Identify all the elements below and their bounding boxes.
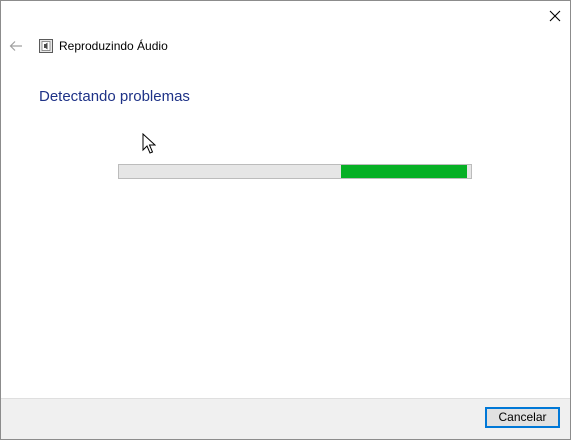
troubleshooter-window: Reproduzindo Áudio Detectando problemas … (0, 0, 571, 440)
page-title: Detectando problemas (39, 88, 190, 105)
header-row: Reproduzindo Áudio (1, 34, 570, 58)
audio-troubleshooter-icon (39, 39, 53, 53)
mouse-cursor-icon (142, 133, 156, 154)
back-button[interactable] (7, 37, 25, 55)
cancel-button[interactable]: Cancelar (485, 407, 560, 428)
footer-bar: Cancelar (1, 398, 570, 439)
progress-bar (118, 164, 472, 179)
close-icon (549, 10, 561, 22)
close-button[interactable] (540, 1, 570, 31)
back-arrow-icon (9, 41, 22, 51)
window-title: Reproduzindo Áudio (59, 39, 168, 53)
progress-bar-fill (340, 165, 468, 178)
